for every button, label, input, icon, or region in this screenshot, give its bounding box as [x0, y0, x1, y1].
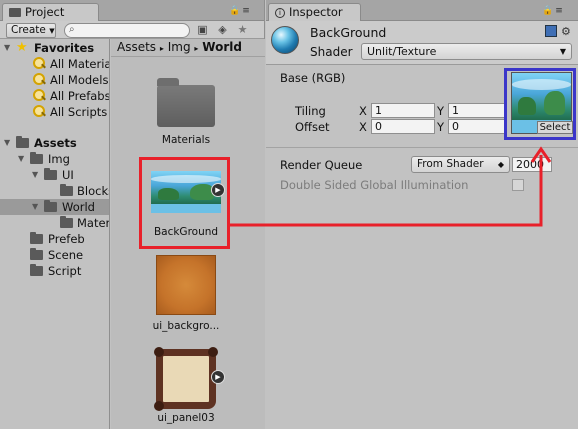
arrow-line — [230, 155, 543, 227]
annotation-arrow — [230, 146, 552, 227]
